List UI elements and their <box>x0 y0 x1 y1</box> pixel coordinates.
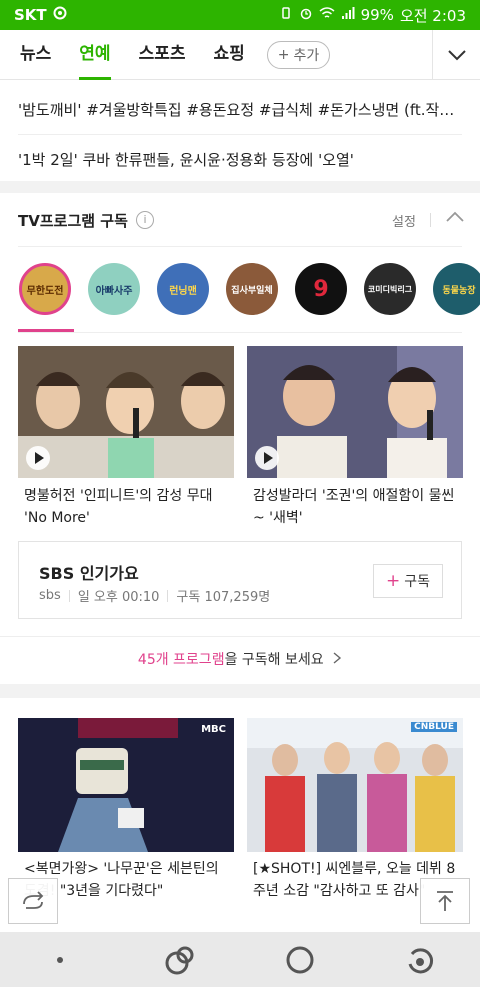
program-logo-label: 코미디빅리그 <box>367 284 413 294</box>
vibrate-icon <box>279 6 293 24</box>
program-logo-label: 집사부일체 <box>231 285 273 296</box>
subscribe-button[interactable]: + 구독 <box>373 564 443 598</box>
program-channel: sbs <box>39 588 61 603</box>
settings-link[interactable]: 설정 <box>392 211 416 230</box>
back-icon <box>408 947 434 973</box>
chevron-down-icon <box>447 50 466 61</box>
play-icon <box>26 446 50 470</box>
dot-icon <box>57 956 63 963</box>
more-programs-count: 45개 프로그램 <box>137 652 225 668</box>
program-logo-running-man[interactable]: 런닝맨 <box>157 263 209 315</box>
refresh-button[interactable] <box>8 878 58 924</box>
divider <box>18 134 462 135</box>
play-icon <box>255 446 279 470</box>
program-logo-label: 아빠사주 <box>95 285 133 297</box>
program-logo-label: 동물농장 <box>442 285 476 296</box>
program-logo-label: 런닝맨 <box>169 285 197 297</box>
feed-thumbnail[interactable]: MBC <box>18 718 234 852</box>
divider <box>430 213 431 227</box>
video-image <box>247 346 463 478</box>
signal-icon <box>341 6 355 24</box>
program-logo-appa[interactable]: 아빠사주 <box>88 263 140 315</box>
video-caption-line: 명불허전 '인피니트'의 감성 무대 <box>24 488 213 504</box>
program-name: SBS 인기가요 <box>39 564 139 583</box>
feed-image <box>247 718 463 852</box>
refresh-icon <box>23 891 44 909</box>
plus-icon: + <box>277 46 290 63</box>
carrier-icon <box>53 6 67 24</box>
headline-link[interactable]: '밤도깨비' #겨울방학특집 #용돈요정 #급식체 #돈가스냉면 (ft.작전.… <box>18 99 462 120</box>
subscribe-label: 구독 <box>404 574 430 590</box>
feed-caption-line: <복면가왕> '나무꾼'은 세븐틴의 <box>24 861 219 877</box>
video-thumbnail[interactable] <box>18 346 234 478</box>
channel-badge: CNBLUE <box>411 722 457 732</box>
feed-image <box>18 718 234 852</box>
system-nav-bar <box>0 932 480 987</box>
video-caption[interactable]: 감성발라더 '조권'의 애절함이 물씬 ~ '새벽' <box>253 485 465 529</box>
wifi-icon <box>319 6 335 24</box>
program-subscribers: 구독 107,259명 <box>176 590 271 605</box>
program-logo-comedy-big-league[interactable]: 코미디빅리그 <box>364 263 416 315</box>
divider <box>68 589 70 602</box>
scroll-top-button[interactable] <box>420 878 470 924</box>
collapse-button[interactable] <box>444 206 466 228</box>
expand-tabs-button[interactable] <box>432 30 480 80</box>
program-card[interactable]: SBS 인기가요 sbs 일 오후 00:10 구독 107,259명 + 구독 <box>18 541 462 619</box>
add-tab-button[interactable]: + 추가 <box>266 40 331 69</box>
recent-apps-icon <box>165 946 194 974</box>
video-caption[interactable]: 명불허전 '인피니트'의 감성 무대 'No More' <box>24 485 236 529</box>
program-logo-jibsabu[interactable]: 집사부일체 <box>226 263 278 315</box>
nav-dot-button[interactable] <box>30 932 90 987</box>
tab-entertainment[interactable]: 연예 <box>65 30 124 80</box>
program-logo-nine[interactable]: 9 <box>295 263 347 315</box>
home-icon <box>286 946 314 973</box>
program-logo-muhan[interactable]: 무한도전 <box>19 263 71 315</box>
back-button[interactable] <box>390 932 450 987</box>
divider <box>18 332 462 333</box>
chevron-right-icon <box>333 652 342 664</box>
recent-apps-button[interactable] <box>150 932 210 987</box>
divider <box>0 636 480 637</box>
tab-news[interactable]: 뉴스 <box>6 30 65 80</box>
feed-thumbnail[interactable]: CNBLUE <box>247 718 463 852</box>
video-caption-line: ~ '새벽' <box>253 510 303 526</box>
program-logo-animal-farm[interactable]: 동물농장 <box>433 263 480 315</box>
tab-sports[interactable]: 스포츠 <box>125 30 200 80</box>
program-logo-label: 9 <box>313 276 329 302</box>
chevron-up-icon <box>446 211 464 222</box>
divider <box>167 589 169 602</box>
video-image <box>18 346 234 478</box>
add-tab-label: 추가 <box>293 47 320 64</box>
program-meta: sbs 일 오후 00:10 구독 107,259명 <box>39 586 270 605</box>
alarm-icon <box>299 6 313 24</box>
divider <box>18 246 462 247</box>
battery-percent: 99% <box>360 6 394 24</box>
headline-link[interactable]: '1박 2일' 쿠바 한류팬들, 윤시윤·정용화 등장에 '오열' <box>18 149 462 170</box>
clock: 오전 2:03 <box>399 6 466 25</box>
more-programs-text: 을 구독해 보세요 <box>224 652 324 668</box>
tab-shopping[interactable]: 쇼핑 <box>199 30 258 80</box>
program-schedule: 일 오후 00:10 <box>77 590 160 605</box>
home-button[interactable] <box>270 932 330 987</box>
video-caption-line: 감성발라더 '조권'의 애절함이 물씬 <box>253 488 455 504</box>
section-gap <box>0 181 480 193</box>
carrier-label: SKT <box>14 6 47 24</box>
feed-caption-line: [★SHOT!] 씨엔블루, 오늘 데뷔 8 <box>253 861 456 877</box>
channel-badge: MBC <box>201 724 226 735</box>
more-programs-link[interactable]: 45개 프로그램을 구독해 보세요 <box>0 649 480 669</box>
program-logo-label: 무한도전 <box>26 285 64 297</box>
arrow-up-icon <box>437 891 453 911</box>
status-bar: SKT 99% 오전 2:03 <box>0 0 480 30</box>
video-thumbnail[interactable] <box>247 346 463 478</box>
plus-icon: + <box>385 571 401 591</box>
video-caption-line: 'No More' <box>24 510 90 526</box>
section-title: TV프로그램 구독 <box>18 212 128 230</box>
section-gap <box>0 684 480 698</box>
info-icon[interactable]: i <box>136 211 154 229</box>
category-tabs: 뉴스 연예 스포츠 쇼핑 + 추가 <box>0 30 480 80</box>
